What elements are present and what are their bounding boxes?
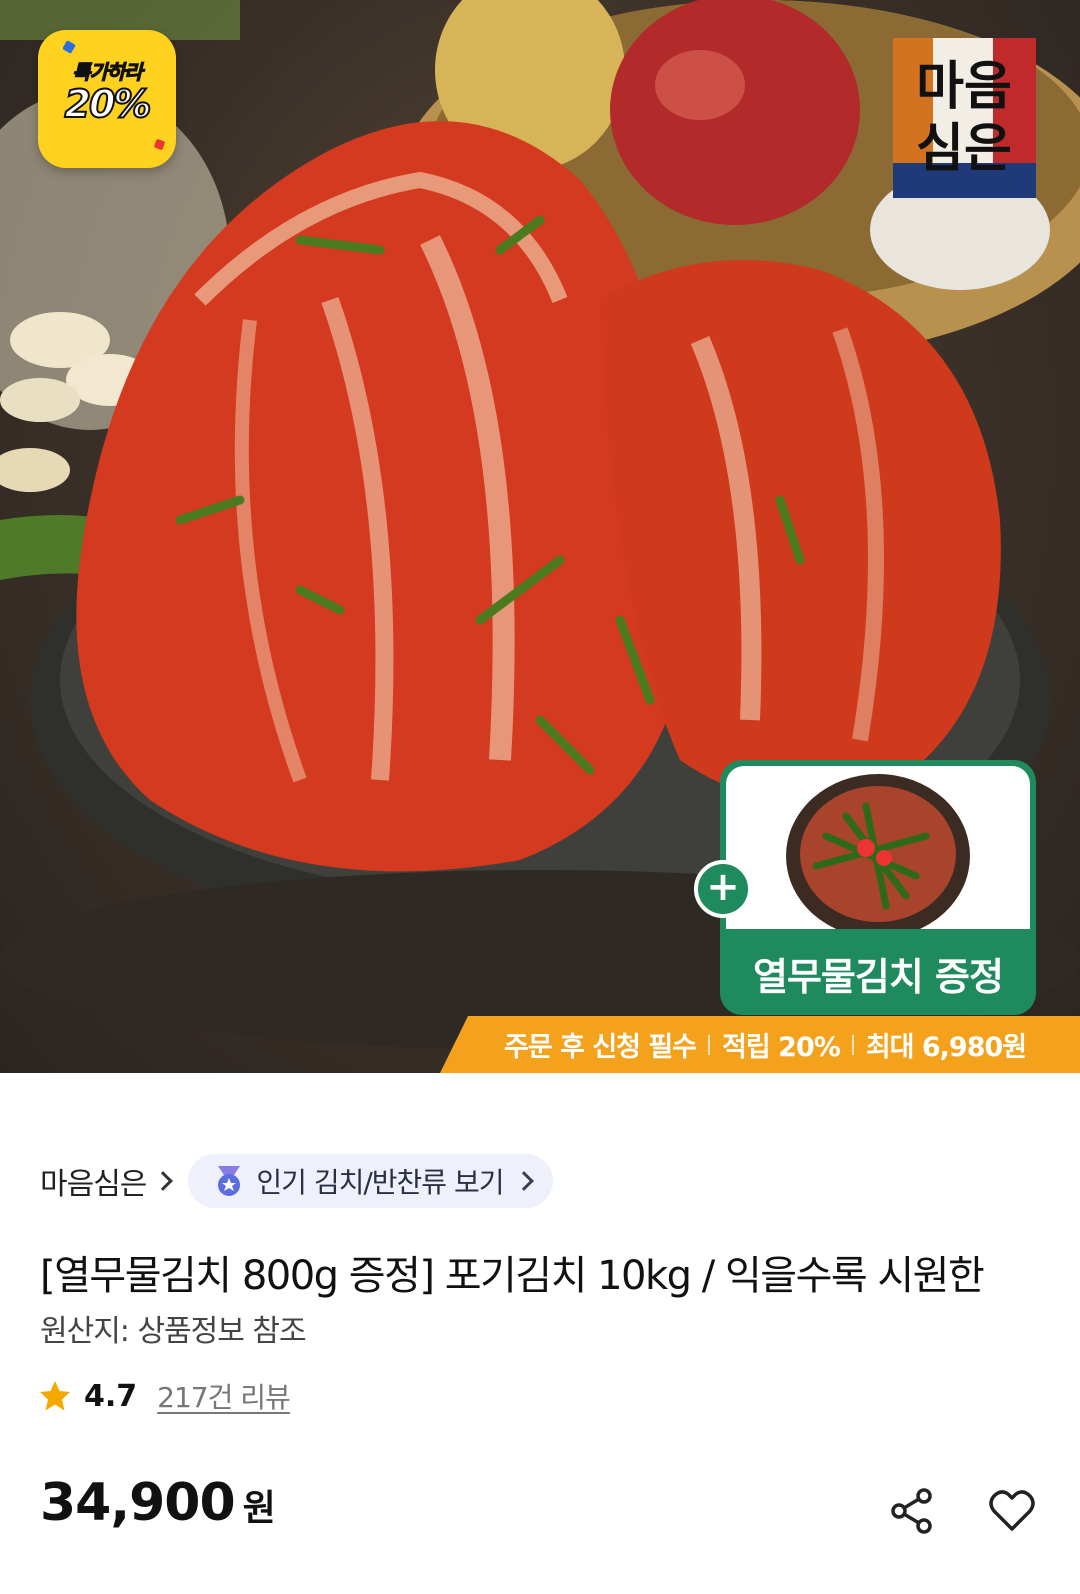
gift-label: 열무물김치 증정	[753, 955, 1004, 999]
promo-item-points: 적립 20%	[722, 1032, 841, 1063]
special-deal-badge: 특가하라 20%	[38, 30, 176, 168]
product-hero-image[interactable]: 특가하라 20% 마음 심은 열무물김치 증정 + 주문 후 신청 필수 적립 …	[0, 0, 1080, 1073]
promo-divider	[851, 1034, 854, 1055]
origin-info: 원산지: 상품정보 참조	[40, 1314, 307, 1349]
product-info-section: 마음심은 인기 김치/반찬류 보기 [열무물김치 800g 증정] 포기김치 1…	[0, 1073, 1080, 1594]
plus-icon: +	[694, 860, 752, 918]
promo-item-apply: 주문 후 신청 필수	[504, 1032, 697, 1063]
brand-logo-text-bottom: 심은	[916, 118, 1012, 179]
promo-strip: 주문 후 신청 필수 적립 20% 최대 6,980원	[440, 1016, 1080, 1073]
heart-icon[interactable]	[986, 1485, 1038, 1537]
price-row: 34,900 원	[40, 1473, 276, 1533]
product-title: [열무물김치 800g 증정] 포기김치 10kg / 익을수록 시원한	[40, 1253, 985, 1299]
brand-logo-text-top: 마음	[916, 56, 1012, 117]
yeolmu-kimchi-photo	[786, 774, 970, 929]
deal-badge-percent: 20%	[64, 81, 153, 127]
rating-value: 4.7	[84, 1378, 138, 1414]
star-icon	[40, 1381, 70, 1411]
medal-icon	[218, 1166, 241, 1196]
store-link[interactable]: 마음심은	[40, 1159, 174, 1203]
spark-icon	[62, 40, 76, 54]
gift-photo-frame	[726, 766, 1030, 929]
deal-badge-title: 특가하라	[72, 60, 144, 85]
category-link-label: 인기 김치/반찬류 보기	[256, 1166, 504, 1199]
promo-item-max: 최대 6,980원	[865, 1032, 1027, 1063]
breadcrumb: 마음심은 인기 김치/반찬류 보기	[40, 1154, 554, 1208]
popular-category-button[interactable]: 인기 김치/반찬류 보기	[188, 1154, 554, 1208]
price-value: 34,900	[40, 1473, 236, 1533]
spark-icon	[153, 138, 166, 151]
review-count-link[interactable]: 217건 리뷰	[157, 1376, 291, 1416]
price-unit: 원	[242, 1488, 276, 1529]
chevron-right-icon	[153, 1171, 174, 1191]
rating-row: 4.7 217건 리뷰	[38, 1376, 291, 1416]
chevron-right-icon	[514, 1171, 535, 1191]
share-icon[interactable]	[886, 1485, 938, 1537]
gift-promo-card: 열무물김치 증정	[720, 760, 1036, 1015]
brand-logo: 마음 심은	[893, 38, 1036, 198]
store-name: 마음심은	[40, 1167, 147, 1202]
promo-divider	[708, 1034, 711, 1055]
